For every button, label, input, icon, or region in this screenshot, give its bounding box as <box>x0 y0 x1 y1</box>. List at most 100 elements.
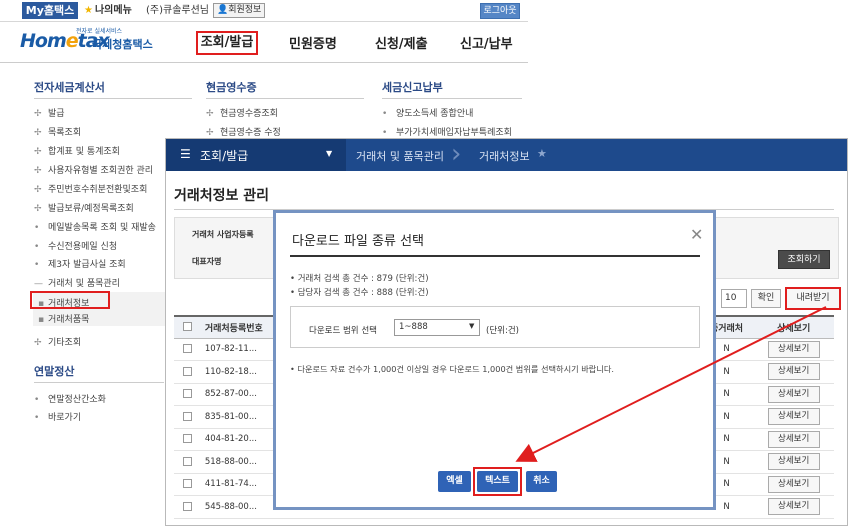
excel-button[interactable]: 엑셀 <box>438 471 471 492</box>
cell-detail: 상세보기 <box>753 450 834 474</box>
row-checkbox-cell[interactable] <box>174 450 201 474</box>
highlight-partner-info <box>30 291 110 309</box>
gnb-civil-cert[interactable]: 민원증명 <box>289 33 337 52</box>
breadcrumb-partner-manage[interactable]: 거래처 및 품목관리 <box>356 148 444 164</box>
gnb-lookup-issue[interactable]: 조회/발급 <box>196 31 258 55</box>
range-select[interactable]: 1~888 <box>394 319 480 336</box>
gnb-report-pay[interactable]: 신고/납부 <box>460 33 513 52</box>
gnb-apply-submit[interactable]: 신청/제출 <box>375 33 428 52</box>
section-year-end: 연말정산 <box>34 365 75 378</box>
row-checkbox-cell[interactable] <box>174 495 201 519</box>
cancel-button[interactable]: 취소 <box>526 471 557 492</box>
menu-item-shortcut[interactable]: • 바로가기 <box>34 410 81 423</box>
row-checkbox[interactable] <box>182 389 192 399</box>
section-divider <box>382 98 522 99</box>
range-label: 다운로드 범위 선택 <box>309 326 377 336</box>
cell-detail: 상세보기 <box>753 428 834 451</box>
company-name: (주)큐솔루션님 <box>146 5 210 16</box>
star-icon: ★ <box>84 5 93 16</box>
page-title: 거래처정보 관리 <box>174 188 270 204</box>
row-checkbox[interactable] <box>182 501 192 511</box>
section-divider <box>34 382 164 383</box>
menu-item-vat-special[interactable]: • 부가가치세매입자납부특례조회 <box>382 125 512 138</box>
chevron-down-icon[interactable]: ▼ <box>469 322 474 330</box>
search-button[interactable]: 조회하기 <box>778 250 830 269</box>
menu-item-mail-apply[interactable]: • 수신전용메일 신청 <box>34 239 117 252</box>
row-checkbox[interactable] <box>182 434 192 444</box>
download-type-dialog: 다운로드 파일 종류 선택 ✕ • 거래처 검색 총 건수 : 879 (단위:… <box>273 210 716 510</box>
breadcrumb-separator-icon: › <box>451 139 462 169</box>
menu-item-cash-lookup[interactable]: ✢ 현금영수증조회 <box>206 106 278 119</box>
detail-button[interactable]: 상세보기 <box>767 430 820 448</box>
menu-item-summary[interactable]: ✢ 합계표 및 통계조회 <box>34 144 120 157</box>
dialog-title: 다운로드 파일 종류 선택 <box>292 234 424 249</box>
detail-button[interactable]: 상세보기 <box>767 363 820 381</box>
member-info-label: 회원정보 <box>228 5 262 15</box>
chevron-down-icon[interactable]: ▼ <box>326 149 332 158</box>
detail-button[interactable]: 상세보기 <box>767 453 820 471</box>
hometax-logo[interactable]: 전자로 실세서비스 Hometax 국세청홈택스 <box>20 26 160 56</box>
logo-subtitle: 국세청홈택스 <box>92 38 153 51</box>
detail-button[interactable]: 상세보기 <box>767 475 820 493</box>
cell-detail: 상세보기 <box>753 338 834 361</box>
logout-button[interactable]: 로그아웃 <box>480 3 520 19</box>
menu-item-other[interactable]: ✢ 기타조회 <box>34 335 81 348</box>
menu-item-ssn[interactable]: ✢ 주민번호수취분전환및조회 <box>34 182 147 195</box>
section-divider <box>34 98 192 99</box>
user-icon: 👤 <box>217 5 229 15</box>
col-detail: 상세보기 <box>753 315 834 339</box>
nav-current-menu[interactable]: 조회/발급 <box>200 147 248 164</box>
menu-item-mail-resend[interactable]: • 메일발송목록 조회 및 재발송 <box>34 220 156 233</box>
close-icon[interactable]: ✕ <box>690 225 703 244</box>
text-button[interactable]: 텍스트 <box>477 471 518 492</box>
detail-button[interactable]: 상세보기 <box>767 408 820 426</box>
select-all-checkbox[interactable] <box>182 322 192 332</box>
download-button[interactable]: 내려받기 <box>785 287 841 310</box>
menu-item-year-end-simple[interactable]: • 연말정산간소화 <box>34 392 106 405</box>
label-representative: 대표자명 <box>192 257 222 266</box>
page-size-select[interactable]: 10 <box>721 289 747 308</box>
row-checkbox[interactable] <box>182 479 192 489</box>
menu-item-partner-item[interactable]: ▪ 거래처품목 <box>38 312 89 325</box>
dialog-title-rule <box>290 255 700 257</box>
favorite-star-icon[interactable]: ★ <box>537 147 547 160</box>
row-checkbox-cell[interactable] <box>174 473 201 496</box>
breadcrumb-partner-info[interactable]: 거래처정보 <box>479 148 530 164</box>
select-all-header[interactable] <box>174 315 201 339</box>
detail-button[interactable]: 상세보기 <box>767 340 820 358</box>
detail-button[interactable]: 상세보기 <box>767 498 820 516</box>
menu-item-permission[interactable]: ✢ 사용자유형별 조회권한 관리 <box>34 163 153 176</box>
menu-item-third-party[interactable]: • 제3자 발급사실 조회 <box>34 257 126 270</box>
row-checkbox-cell[interactable] <box>174 428 201 451</box>
contact-count-text: • 담당자 검색 총 건수 : 888 (단위:건) <box>290 288 429 298</box>
cell-detail: 상세보기 <box>753 473 834 496</box>
my-hometax-button[interactable]: My홈택스 <box>22 2 78 19</box>
cell-detail: 상세보기 <box>753 495 834 519</box>
menu-item-list[interactable]: ✢ 목록조회 <box>34 125 81 138</box>
row-checkbox-cell[interactable] <box>174 338 201 361</box>
detail-button[interactable]: 상세보기 <box>767 385 820 403</box>
section-cash-receipt: 현금영수증 <box>206 81 257 94</box>
menu-item-issue[interactable]: ✢ 발급 <box>34 106 65 119</box>
row-checkbox-cell[interactable] <box>174 360 201 384</box>
menu-item-transfer-tax[interactable]: • 양도소득세 종합안내 <box>382 106 473 119</box>
menu-icon[interactable]: ☰ <box>180 147 191 161</box>
my-menu-label: 나의메뉴 <box>94 5 132 16</box>
menu-item-partner-manage[interactable]: — 거래처 및 품목관리 <box>34 276 120 289</box>
row-checkbox[interactable] <box>182 456 192 466</box>
location-navbar: ☰ 조회/발급 ▼ 거래처 및 품목관리 › 거래처정보 ★ <box>166 139 847 171</box>
my-menu-link[interactable]: ★ 나의메뉴 <box>84 4 132 18</box>
confirm-button[interactable]: 확인 <box>751 289 781 308</box>
section-tax-report: 세금신고납부 <box>382 81 443 94</box>
row-checkbox[interactable] <box>182 344 192 354</box>
range-unit: (단위:건) <box>486 326 519 336</box>
row-checkbox-cell[interactable] <box>174 405 201 429</box>
row-checkbox[interactable] <box>182 366 192 376</box>
menu-item-cash-edit[interactable]: ✢ 현금영수증 수정 <box>206 125 281 138</box>
label-business-number: 거래처 사업자등록 <box>192 230 254 239</box>
menu-item-hold[interactable]: ✢ 발급보류/예정목록조회 <box>34 201 134 214</box>
member-info-button[interactable]: 👤회원정보 <box>213 3 266 18</box>
row-checkbox-cell[interactable] <box>174 383 201 406</box>
section-e-tax-invoice: 전자세금계산서 <box>34 81 105 94</box>
row-checkbox[interactable] <box>182 411 192 421</box>
